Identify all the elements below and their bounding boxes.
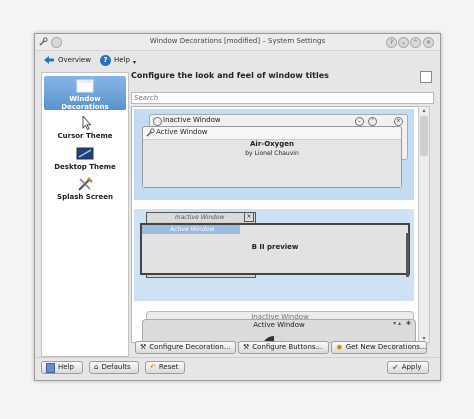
help-menu-button[interactable]: ? Help ▾ <box>100 53 136 67</box>
help-book-icon <box>46 362 55 373</box>
close-icon: ✱ <box>405 320 411 327</box>
inactive-window-title: Inactive Window <box>147 213 255 222</box>
splash-icon <box>78 177 93 191</box>
get-new-decorations-button[interactable]: ✹ Get New Decorations... <box>331 341 427 354</box>
back-arrow-icon <box>44 56 54 64</box>
minimize-icon[interactable]: ⌄ <box>398 37 409 48</box>
title-bar[interactable]: Window Decorations [modified] – System S… <box>35 34 440 51</box>
toolbar: Overview ? Help ▾ <box>35 51 440 69</box>
wrench-icon: ⚒ <box>140 343 147 351</box>
defaults-icon: ⌂ <box>94 363 99 371</box>
sidebar-item-label: Window <box>69 95 101 103</box>
scroll-up-icon[interactable]: ▴ <box>419 107 429 114</box>
minimize-icon: ⌄ <box>355 117 364 126</box>
sidebar-item-splash-screen[interactable]: Splash Screen <box>44 174 126 201</box>
sidebar-item-window-decorations[interactable]: Window Decorations <box>44 76 126 111</box>
star-icon: ✹ <box>336 343 343 352</box>
sidebar-item-label: Cursor Theme <box>57 132 113 140</box>
tools-icon <box>146 128 155 137</box>
close-icon[interactable]: × <box>423 37 434 48</box>
decoration-name: Air-Oxygen <box>250 140 294 148</box>
configure-buttons-button[interactable]: ⚒ Configure Buttons... <box>238 341 329 354</box>
configure-buttons-label: Configure Buttons... <box>252 343 323 351</box>
footer-divider <box>35 357 440 358</box>
list-scrollbar[interactable]: ▴ ▾ <box>418 106 430 343</box>
active-window-preview: Active Window B II preview <box>140 223 410 275</box>
apply-button[interactable]: ✔ Apply <box>387 361 429 374</box>
maximize-icon: ⌃ <box>368 117 377 126</box>
active-window-preview: Active Window Air-Oxygen by Lionel Chauv… <box>142 126 402 188</box>
overview-button[interactable]: Overview <box>43 53 91 67</box>
help-icon[interactable]: ? <box>386 37 397 48</box>
configure-decoration-label: Configure Decoration... <box>149 343 231 351</box>
checkmark-icon: ✔ <box>392 363 399 372</box>
window-icon <box>76 79 94 93</box>
reset-button[interactable]: ↶ Reset <box>145 361 185 374</box>
undo-icon: ↶ <box>150 363 156 371</box>
wrench-icon: ⚒ <box>243 343 250 351</box>
defaults-label: Defaults <box>101 363 131 371</box>
window-title: Window Decorations [modified] – System S… <box>149 37 326 45</box>
active-window-preview: Active Window ▾ ▴ ✱ <box>142 319 416 342</box>
sidebar-item-label: Decorations <box>61 103 109 111</box>
active-window-title: Active Window <box>156 128 208 136</box>
decoration-author: by Lionel Chauvin <box>245 150 299 157</box>
sidebar: Window Decorations Cursor Theme Desktop … <box>41 72 129 357</box>
page-title: Configure the look and feel of window ti… <box>131 71 329 80</box>
maximize-icon[interactable]: ⌃ <box>410 37 421 48</box>
window-mode-icon[interactable] <box>420 71 432 83</box>
configure-decoration-button[interactable]: ⚒ Configure Decoration... <box>135 341 236 354</box>
help-circle-icon: ? <box>100 54 111 66</box>
close-icon: × <box>394 117 403 126</box>
preview-text: B II preview <box>251 243 299 251</box>
decoration-list: Inactive Window ⌄ ⌃ × Active Window Air-… <box>131 106 419 343</box>
shadow <box>406 233 409 277</box>
system-settings-window: Window Decorations [modified] – System S… <box>34 33 441 381</box>
sidebar-item-label: Desktop Theme <box>54 163 116 171</box>
sidebar-item-desktop-theme[interactable]: Desktop Theme <box>44 144 126 171</box>
help-label: Help <box>58 363 74 371</box>
help-button[interactable]: Help <box>41 361 83 374</box>
get-new-decorations-label: Get New Decorations... <box>345 343 427 351</box>
scrollbar-thumb[interactable] <box>420 116 428 156</box>
list-item-decoration-b-ii[interactable]: Inactive Window × Active Window B II pre… <box>134 209 414 301</box>
active-window-title: Active Window <box>142 225 240 234</box>
list-item-decoration-3[interactable]: Inactive Window Active Window ▾ ▴ ✱ <box>134 308 416 342</box>
chevron-down-icon: ▾ <box>132 58 136 66</box>
list-item-decoration-air-oxygen[interactable]: Inactive Window ⌄ ⌃ × Active Window Air-… <box>134 109 414 200</box>
pin-icon <box>153 117 162 126</box>
apply-label: Apply <box>401 363 422 371</box>
defaults-button[interactable]: ⌂ Defaults <box>89 361 139 374</box>
close-icon: × <box>244 212 254 222</box>
search-input[interactable] <box>131 92 434 104</box>
help-menu-label: Help <box>114 56 130 64</box>
cursor-icon <box>82 116 92 130</box>
window-buttons-icon: ▾ ▴ <box>393 320 401 327</box>
desktop-icon <box>76 147 94 160</box>
sidebar-item-cursor-theme[interactable]: Cursor Theme <box>44 113 126 140</box>
sidebar-item-label: Splash Screen <box>57 193 113 201</box>
overview-label: Overview <box>58 56 91 64</box>
reset-label: Reset <box>158 363 179 371</box>
active-window-title: Active Window <box>253 321 305 329</box>
